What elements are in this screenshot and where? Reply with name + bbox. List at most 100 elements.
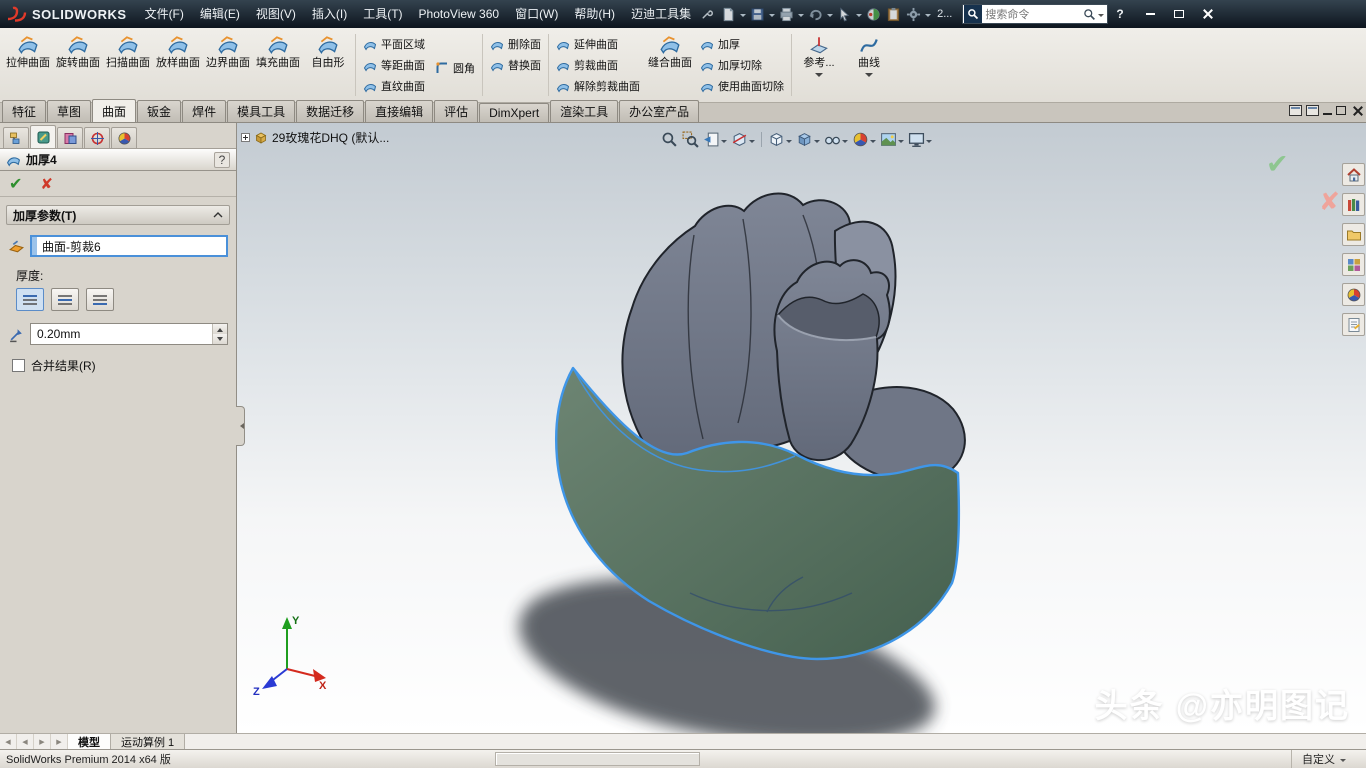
rose-model[interactable] bbox=[237, 123, 1366, 733]
tab-sheet-metal[interactable]: 钣金 bbox=[137, 100, 181, 122]
next-tab-button[interactable]: ▶ bbox=[34, 734, 51, 749]
file-properties-button[interactable] bbox=[884, 4, 903, 24]
extruded-surface-button[interactable]: 拉伸曲面 bbox=[3, 30, 53, 100]
save-button[interactable] bbox=[748, 4, 767, 24]
tab-display-manager[interactable] bbox=[111, 127, 137, 148]
tab-sketch[interactable]: 草图 bbox=[47, 100, 91, 122]
rebuild-button[interactable] bbox=[864, 4, 883, 24]
maidi-wrench-icon[interactable] bbox=[699, 4, 715, 24]
new-document-caret[interactable] bbox=[740, 14, 746, 20]
select-caret[interactable] bbox=[856, 14, 862, 20]
design-library-button[interactable] bbox=[1342, 193, 1365, 216]
doc-minimize-button[interactable] bbox=[1323, 113, 1332, 115]
close-button[interactable] bbox=[1194, 4, 1223, 25]
print-caret[interactable] bbox=[798, 14, 804, 20]
revolved-surface-button[interactable]: 旋转曲面 bbox=[53, 30, 103, 100]
toolbar-overflow[interactable]: 2... bbox=[937, 8, 952, 20]
surface-selection-field[interactable]: 曲面-剪裁6 bbox=[30, 235, 228, 257]
select-button[interactable] bbox=[835, 4, 854, 24]
tab-mold-tools[interactable]: 模具工具 bbox=[227, 100, 295, 122]
previous-view-button[interactable] bbox=[701, 129, 729, 149]
tab-weldments[interactable]: 焊件 bbox=[182, 100, 226, 122]
filled-surface-button[interactable]: 填充曲面 bbox=[253, 30, 303, 100]
zoom-to-fit-button[interactable] bbox=[659, 129, 680, 149]
tile-window-icon[interactable] bbox=[1306, 105, 1319, 116]
fillet-button[interactable]: 圆角 bbox=[430, 59, 480, 76]
previous-tab-button[interactable]: ◀ bbox=[17, 734, 34, 749]
section-view-button[interactable] bbox=[729, 129, 757, 149]
search-dropdown-caret[interactable] bbox=[1098, 14, 1104, 20]
search-command-box[interactable]: 搜索命令 bbox=[962, 4, 1108, 24]
new-document-button[interactable] bbox=[719, 4, 738, 24]
feature-help-button[interactable]: ? bbox=[214, 152, 230, 168]
parameters-group-header[interactable]: 加厚参数(T) bbox=[6, 205, 230, 225]
menu-help[interactable]: 帮助(H) bbox=[566, 0, 623, 28]
options-caret[interactable] bbox=[925, 14, 931, 20]
new-window-icon[interactable] bbox=[1289, 105, 1302, 116]
menu-file[interactable]: 文件(F) bbox=[137, 0, 192, 28]
thicken-side1-button[interactable] bbox=[16, 288, 44, 311]
tab-surfaces[interactable]: 曲面 bbox=[92, 99, 136, 122]
doc-close-button[interactable] bbox=[1352, 105, 1363, 116]
undo-caret[interactable] bbox=[827, 14, 833, 20]
panel-splitter-handle[interactable] bbox=[236, 406, 245, 446]
extend-surface-button[interactable]: 延伸曲面 bbox=[551, 35, 645, 52]
thickened-cut-button[interactable]: 加厚切除 bbox=[695, 56, 789, 73]
view-settings-button[interactable] bbox=[906, 129, 934, 149]
reference-geometry-button[interactable]: 参考... bbox=[794, 30, 844, 100]
tab-features[interactable]: 特征 bbox=[2, 100, 46, 122]
lofted-surface-button[interactable]: 放样曲面 bbox=[153, 30, 203, 100]
trim-surface-button[interactable]: 剪裁曲面 bbox=[551, 56, 645, 73]
spin-down-button[interactable] bbox=[213, 334, 227, 344]
replace-face-button[interactable]: 替换面 bbox=[485, 56, 546, 73]
last-tab-button[interactable]: ▶ bbox=[51, 734, 68, 749]
appearances-scenes-button[interactable] bbox=[1342, 283, 1365, 306]
confirm-cancel-button[interactable]: ✘ bbox=[1319, 187, 1340, 217]
apply-scene-button[interactable] bbox=[878, 129, 906, 149]
cancel-button[interactable]: ✘ bbox=[40, 175, 53, 193]
zoom-to-area-button[interactable] bbox=[680, 129, 701, 149]
customize-menu[interactable]: 自定义 bbox=[1291, 750, 1360, 768]
menu-window[interactable]: 窗口(W) bbox=[507, 0, 566, 28]
thicken-button[interactable]: 加厚 bbox=[695, 35, 789, 52]
spin-up-button[interactable] bbox=[213, 324, 227, 334]
solidworks-resources-button[interactable] bbox=[1342, 163, 1365, 186]
ok-button[interactable]: ✔ bbox=[9, 174, 22, 194]
curves-button[interactable]: 曲线 bbox=[844, 30, 894, 100]
thicken-both-sides-button[interactable] bbox=[51, 288, 79, 311]
cut-with-surface-button[interactable]: 使用曲面切除 bbox=[695, 77, 789, 94]
undo-button[interactable] bbox=[806, 4, 825, 24]
tab-direct-editing[interactable]: 直接编辑 bbox=[365, 100, 433, 122]
untrim-surface-button[interactable]: 解除剪裁曲面 bbox=[551, 77, 645, 94]
menu-insert[interactable]: 插入(I) bbox=[304, 0, 355, 28]
thicken-side2-button[interactable] bbox=[86, 288, 114, 311]
doc-restore-button[interactable] bbox=[1336, 106, 1346, 115]
print-button[interactable] bbox=[777, 4, 796, 24]
swept-surface-button[interactable]: 扫描曲面 bbox=[103, 30, 153, 100]
motion-study-tab[interactable]: 运动算例 1 bbox=[111, 734, 185, 749]
menu-view[interactable]: 视图(V) bbox=[248, 0, 304, 28]
custom-properties-button[interactable] bbox=[1342, 313, 1365, 336]
first-tab-button[interactable]: ◀ bbox=[0, 734, 17, 749]
delete-face-button[interactable]: 删除面 bbox=[485, 35, 546, 52]
thickness-input[interactable]: 0.20mm bbox=[30, 323, 228, 345]
graphics-viewport[interactable]: 29玫瑰花DHQ (默认... ✔ ✘ bbox=[237, 123, 1366, 733]
tab-evaluate[interactable]: 评估 bbox=[434, 100, 478, 122]
tab-feature-tree[interactable] bbox=[3, 127, 29, 148]
collapse-chevron-icon[interactable] bbox=[213, 212, 223, 218]
confirm-ok-button[interactable]: ✔ bbox=[1266, 149, 1289, 180]
freeform-button[interactable]: 自由形 bbox=[303, 30, 353, 100]
save-caret[interactable] bbox=[769, 14, 775, 20]
tab-property-manager[interactable] bbox=[30, 125, 56, 148]
ruled-surface-button[interactable]: 直纹曲面 bbox=[358, 77, 430, 94]
model-tab[interactable]: 模型 bbox=[68, 734, 111, 749]
tab-dimxpert-manager[interactable] bbox=[84, 127, 110, 148]
help-button[interactable]: ? bbox=[1116, 7, 1123, 21]
edit-appearance-button[interactable] bbox=[850, 129, 878, 149]
menu-maidi-tools[interactable]: 迈迪工具集 bbox=[623, 0, 699, 28]
hide-show-items-button[interactable] bbox=[822, 129, 850, 149]
menu-tools[interactable]: 工具(T) bbox=[355, 0, 410, 28]
minimize-button[interactable] bbox=[1136, 4, 1165, 25]
tab-configuration-manager[interactable] bbox=[57, 127, 83, 148]
knit-surface-button[interactable]: 缝合曲面 bbox=[645, 30, 695, 100]
